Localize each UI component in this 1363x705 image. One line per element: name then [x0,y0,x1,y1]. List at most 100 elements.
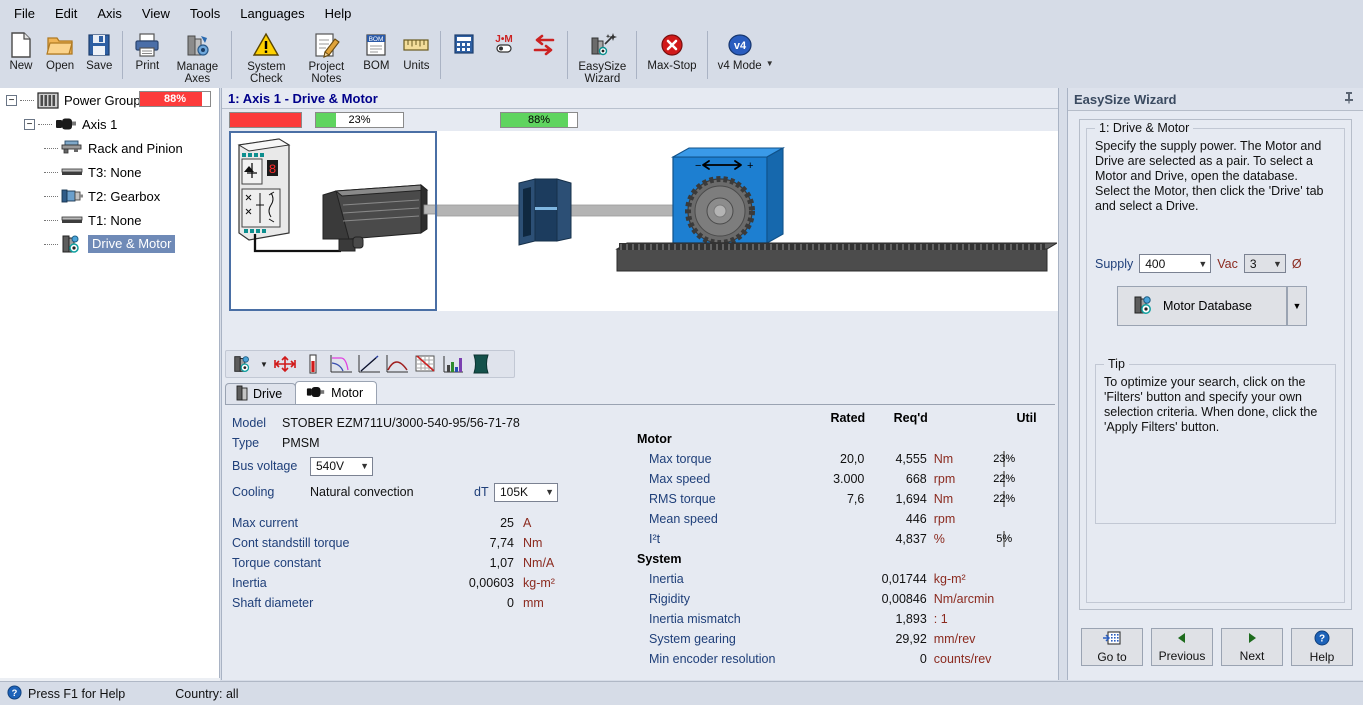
toolbar-open-button[interactable]: Open [40,27,80,85]
tree-node-t2-gearbox[interactable]: T2: Gearbox [0,184,219,208]
svg-text:?: ? [12,687,18,697]
svg-text:+: + [747,160,753,172]
pin-icon[interactable] [1343,91,1355,107]
toolbar-open-label: Open [46,60,75,72]
prop-cont-standstill-torque-label: Cont standstill torque [232,536,350,550]
toolbar-manage-axes-button[interactable]: Manage Axes [167,27,227,85]
spool-icon[interactable] [467,352,495,376]
menu-edit[interactable]: Edit [45,2,87,25]
toolbar-calculator-button[interactable] [445,27,483,85]
supply-phase-select[interactable]: 3 ▼ [1243,254,1286,273]
motor-specs-panel: Model STOBER EZM711U/3000-540-95/56-71-7… [222,405,1058,680]
motor-database-dropdown[interactable]: ▼ [1287,286,1307,326]
results-group-system: System [637,552,682,566]
mini-drive-motor-icon[interactable] [229,352,257,376]
previous-button[interactable]: Previous [1151,628,1213,666]
row-label: I²t [649,532,661,546]
toolbar-transfer-button[interactable] [525,27,563,85]
drive-motor-diagram-box[interactable]: 8 [229,131,437,311]
page-title: 1: Axis 1 - Drive & Motor [222,88,1058,109]
toolbar-separator-3 [440,31,442,79]
menu-tools[interactable]: Tools [180,2,230,25]
linear-plot-icon[interactable] [355,352,383,376]
field-model: Model STOBER EZM711U/3000-540-95/56-71-7… [232,413,632,433]
toolbar-v4-mode-button[interactable]: v4 v4 Mode [712,27,768,85]
toolbar-units-label: Units [403,60,430,72]
next-button[interactable]: Next [1221,628,1283,666]
prop-max-current-label: Max current [232,516,298,530]
power-group-icon [36,91,60,109]
row-unit: % [933,532,945,546]
toolbar-new-button[interactable]: New [2,27,40,85]
move-axes-icon[interactable] [271,352,299,376]
goto-button[interactable]: Go to [1081,628,1143,666]
tree-node-axis-1[interactable]: − Axis 1 [0,112,219,136]
tip-text: To optimize your search, click on the 'F… [1104,375,1318,434]
menu-view[interactable]: View [132,2,180,25]
menu-languages[interactable]: Languages [230,2,314,25]
none-bar-icon [60,167,84,177]
menu-file[interactable]: File [4,2,45,25]
row-rated: 20,0 [840,452,865,466]
expander-power-group[interactable]: − [6,94,17,106]
motor-database-button[interactable]: Motor Database [1117,286,1287,326]
grid-diagonal-icon[interactable] [411,352,439,376]
status-bar: ? Press F1 for Help Country: all [0,681,1363,705]
toolbar-system-check-button[interactable]: System Check [236,27,296,85]
toolbar-separator-2 [231,31,233,79]
goto-label: Go to [1097,650,1127,664]
util-bar: 22% [993,491,1015,507]
expander-axis-1[interactable]: − [24,118,35,130]
toolbar-save-button[interactable]: Save [80,27,118,85]
mechanics-diagram[interactable]: − + [436,131,1059,311]
help-button[interactable]: ? Help [1291,628,1353,666]
tree-node-rack-and-pinion[interactable]: Rack and Pinion [0,136,219,160]
tree-node-t1[interactable]: T1: None [0,208,219,232]
toolbar-easysize-wizard-button[interactable]: EasySize Wizard [572,27,632,85]
row-reqd: 29,92 [895,632,927,646]
application-window: File Edit Axis View Tools Languages Help… [0,0,1363,705]
tree-label-rack-and-pinion: Rack and Pinion [88,140,183,156]
row-label: Mean speed [649,512,718,526]
tree-node-drive-and-motor[interactable]: Drive & Motor [0,232,219,256]
menu-axis[interactable]: Axis [87,2,132,25]
toolbar-jm-converter-button[interactable]: J•M [483,27,525,85]
field-cooling: Cooling Natural convection dT 105K ▼ [232,479,632,505]
tree-node-power-group[interactable]: − Power Group 88% [0,88,219,112]
row-label: Rigidity [649,592,690,606]
thermometer-icon[interactable] [299,352,327,376]
toolbar-separator-6 [706,31,708,79]
toolbar-max-stop-button[interactable]: Max-Stop [641,27,702,85]
prop-cont-standstill-torque-unit: Nm [523,536,543,550]
menu-help[interactable]: Help [315,2,362,25]
wizard-step-fieldset: 1: Drive & Motor Specify the supply powe… [1086,121,1345,603]
torque-speed-curve-icon[interactable] [327,352,355,376]
toolbar-bom-button[interactable]: BOM BOM [356,27,396,85]
toolbar-project-notes-button[interactable]: Project Notes [296,27,356,85]
tab-bar: Drive Motor [225,381,378,404]
row-unit: Nm [933,492,954,506]
v4-mode-chevron-down-icon[interactable]: ▼ [766,59,774,68]
v4-mode-icon: v4 [726,30,754,60]
bar-chart-icon[interactable] [439,352,467,376]
menu-bar: File Edit Axis View Tools Languages Help [0,0,1363,27]
toolbar-v4-mode-label: v4 Mode [717,60,762,72]
tree-node-t3[interactable]: T3: None [0,160,219,184]
field-cooling-value: Natural convection [310,485,414,499]
tab-motor[interactable]: Motor [295,381,378,404]
goto-icon [1103,630,1121,649]
toolbar-print-button[interactable]: Print [127,27,167,85]
results-header-util: Util [1016,411,1037,425]
dt-select[interactable]: 105K ▼ [494,482,558,502]
arc-curve-icon[interactable] [383,352,411,376]
row-unit: rpm [933,512,956,526]
row-label: Inertia [649,572,684,586]
toolbar-units-button[interactable]: Units [396,27,436,85]
tab-drive[interactable]: Drive [225,383,297,404]
supply-voltage-select[interactable]: 400 ▼ [1139,254,1212,273]
bus-voltage-select[interactable]: 540V ▼ [310,456,373,476]
mini-dropdown-caret-icon[interactable]: ▼ [257,352,271,376]
progress-text: 23% [348,114,371,126]
row-util: 22% [993,471,1050,487]
new-document-icon [8,30,34,60]
